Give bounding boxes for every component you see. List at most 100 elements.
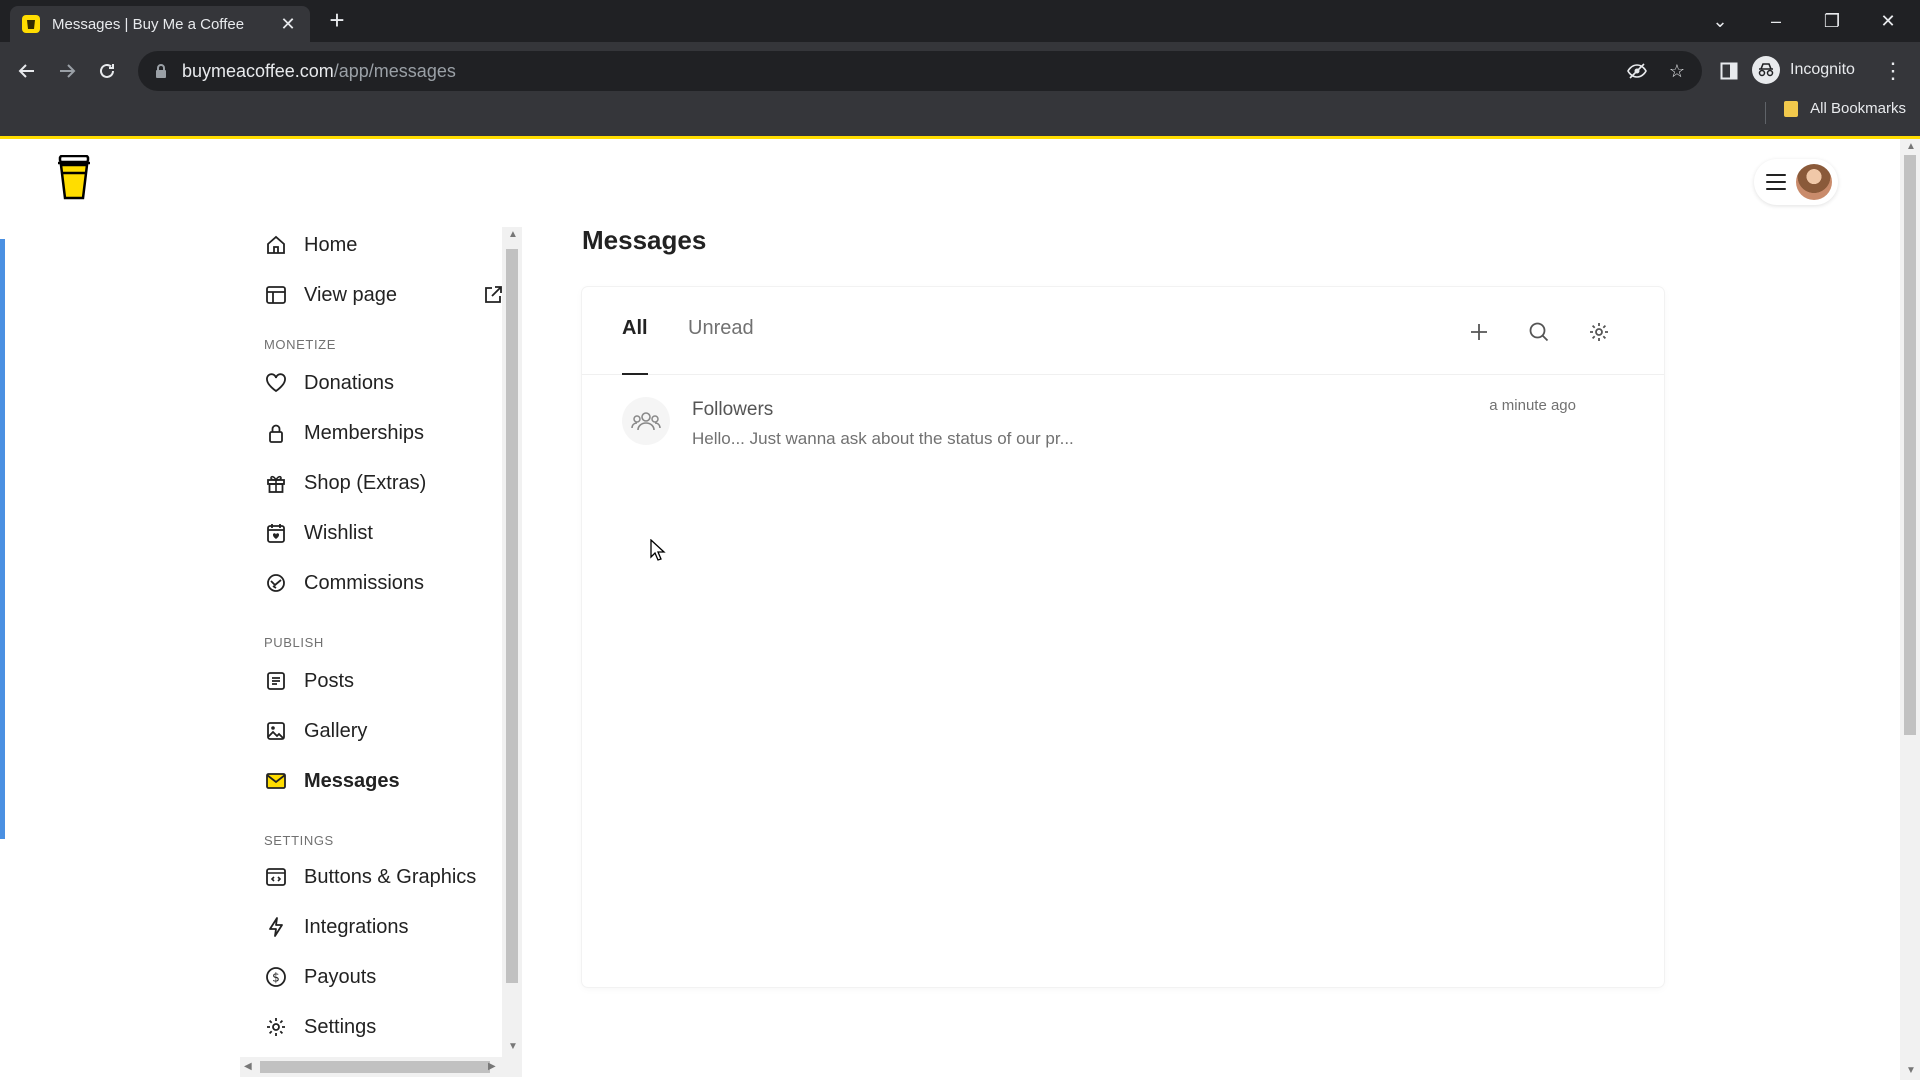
browser-menu-icon[interactable]: ⋮ bbox=[1876, 54, 1910, 88]
browser-tab-bar: Messages | Buy Me a Coffee ✕ + ⌄ – ❐ ✕ bbox=[0, 0, 1920, 42]
sidebar-vertical-scrollbar[interactable]: ▲ ▼ bbox=[502, 227, 522, 1057]
arrow-left-icon bbox=[18, 64, 34, 78]
lightning-icon bbox=[264, 915, 288, 939]
all-bookmarks[interactable]: All Bookmarks bbox=[1784, 100, 1906, 117]
tab-all[interactable]: All bbox=[622, 317, 648, 340]
section-label-publish: PUBLISH bbox=[264, 635, 324, 650]
sidebar-horizontal-scrollbar[interactable]: ◀ ▶ bbox=[240, 1057, 522, 1077]
page: Home View page MONETIZE Donations Member… bbox=[0, 139, 1920, 1080]
sidebar-item-label: Shop (Extras) bbox=[304, 471, 427, 494]
page-vertical-scrollbar[interactable]: ▲ ▼ bbox=[1900, 139, 1920, 1080]
folder-icon bbox=[1784, 100, 1799, 117]
sidebar-item-label: Settings bbox=[304, 1015, 377, 1038]
sidebar-item-label: Memberships bbox=[304, 421, 425, 444]
conversation-name: Followers bbox=[692, 399, 774, 420]
layout-icon bbox=[264, 283, 288, 307]
sidebar-item-label: Integrations bbox=[304, 915, 409, 938]
tab-title: Messages | Buy Me a Coffee bbox=[52, 15, 245, 33]
new-message-button[interactable] bbox=[1462, 315, 1496, 349]
scroll-right-icon[interactable]: ▶ bbox=[488, 1061, 496, 1072]
forward-button[interactable] bbox=[50, 54, 84, 88]
account-menu-button[interactable] bbox=[1754, 159, 1838, 205]
sidebar-item-donations[interactable]: Donations bbox=[264, 365, 494, 401]
message-tabs: All Unread bbox=[582, 287, 1664, 375]
back-button[interactable] bbox=[10, 54, 44, 88]
scrollbar-thumb[interactable] bbox=[1904, 155, 1916, 735]
sidebar-item-shop[interactable]: Shop (Extras) bbox=[264, 465, 494, 501]
document-icon bbox=[264, 669, 288, 693]
scroll-down-icon[interactable]: ▼ bbox=[508, 1041, 518, 1052]
sidebar-item-label: Gallery bbox=[304, 719, 368, 742]
scroll-up-icon[interactable]: ▲ bbox=[508, 229, 518, 240]
sidebar-item-integrations[interactable]: Integrations bbox=[264, 909, 494, 945]
sidebar-item-messages[interactable]: Messages bbox=[264, 763, 494, 799]
mail-icon bbox=[264, 769, 288, 793]
sidebar-item-settings[interactable]: Settings bbox=[264, 1009, 494, 1045]
reload-button[interactable] bbox=[90, 54, 124, 88]
all-bookmarks-label: All Bookmarks bbox=[1810, 100, 1906, 117]
gift-icon bbox=[264, 471, 288, 495]
star-icon[interactable]: ☆ bbox=[1664, 59, 1690, 83]
incognito-label: Incognito bbox=[1790, 61, 1855, 78]
gear-icon bbox=[264, 1015, 288, 1039]
conversation-item[interactable]: Followers Hello... Just wanna ask about … bbox=[582, 375, 1664, 465]
tab-unread[interactable]: Unread bbox=[688, 317, 754, 340]
side-panel-icon[interactable] bbox=[1712, 54, 1746, 88]
close-window-button[interactable]: ✕ bbox=[1860, 0, 1916, 42]
sidebar-item-label: Payouts bbox=[304, 965, 377, 988]
eye-off-icon[interactable] bbox=[1624, 59, 1650, 83]
url-path: /app/messages bbox=[333, 60, 456, 81]
sidebar-item-label: Commissions bbox=[304, 571, 425, 594]
plus-icon bbox=[1471, 324, 1487, 340]
group-icon bbox=[622, 397, 670, 445]
scrollbar-thumb[interactable] bbox=[506, 249, 518, 983]
restore-button[interactable]: ❐ bbox=[1804, 0, 1860, 42]
bmc-logo-icon[interactable] bbox=[56, 155, 92, 201]
browser-tab[interactable]: Messages | Buy Me a Coffee ✕ bbox=[10, 6, 310, 42]
message-settings-button[interactable] bbox=[1582, 315, 1616, 349]
sidebar-item-gallery[interactable]: Gallery bbox=[264, 713, 494, 749]
tab-search-icon[interactable]: ⌄ bbox=[1692, 0, 1748, 42]
sidebar-item-label: View page bbox=[304, 283, 398, 306]
section-label-settings: SETTINGS bbox=[264, 833, 334, 848]
sidebar-item-memberships[interactable]: Memberships bbox=[264, 415, 494, 451]
dollar-circle-icon: $ bbox=[264, 965, 288, 989]
external-link-icon[interactable] bbox=[482, 284, 504, 306]
lock-icon bbox=[264, 421, 288, 445]
url-host: buymeacoffee.com bbox=[182, 60, 334, 81]
sidebar-item-commissions[interactable]: Commissions bbox=[264, 565, 494, 601]
conversation-time: a minute ago bbox=[1489, 397, 1576, 414]
bmc-favicon-icon bbox=[22, 15, 40, 33]
avatar bbox=[1796, 164, 1832, 200]
minimize-button[interactable]: – bbox=[1748, 0, 1804, 42]
sidebar-item-label: Donations bbox=[304, 371, 395, 394]
sidebar-item-wishlist[interactable]: Wishlist bbox=[264, 515, 494, 551]
sidebar-item-posts[interactable]: Posts bbox=[264, 663, 494, 699]
incognito-profile[interactable]: Incognito bbox=[1752, 53, 1855, 87]
incognito-icon bbox=[1752, 56, 1780, 84]
sidebar-item-home[interactable]: Home bbox=[264, 227, 494, 263]
tab-close-icon[interactable]: ✕ bbox=[278, 14, 298, 35]
messages-card: All Unread Followers Hello... Just wanna… bbox=[582, 287, 1664, 987]
scroll-up-icon[interactable]: ▲ bbox=[1906, 141, 1916, 152]
handshake-icon bbox=[264, 571, 288, 595]
scroll-down-icon[interactable]: ▼ bbox=[1906, 1065, 1916, 1076]
sidebar-item-buttons-graphics[interactable]: Buttons & Graphics bbox=[264, 859, 494, 895]
scroll-left-icon[interactable]: ◀ bbox=[244, 1061, 252, 1072]
address-bar[interactable]: buymeacoffee.com/app/messages ☆ bbox=[138, 51, 1702, 91]
heart-icon bbox=[264, 371, 288, 395]
mouse-cursor-icon bbox=[650, 539, 666, 561]
sidebar: Home View page MONETIZE Donations Member… bbox=[240, 227, 508, 1057]
code-window-icon bbox=[264, 865, 288, 889]
home-icon bbox=[264, 233, 288, 257]
svg-text:$: $ bbox=[272, 971, 280, 985]
search-button[interactable] bbox=[1522, 315, 1556, 349]
scrollbar-thumb[interactable] bbox=[260, 1061, 490, 1073]
arrow-right-icon bbox=[60, 64, 76, 78]
sidebar-item-payouts[interactable]: $ Payouts bbox=[264, 959, 494, 995]
reload-icon bbox=[100, 63, 114, 78]
new-tab-button[interactable]: + bbox=[322, 6, 352, 36]
gear-icon bbox=[1590, 323, 1608, 341]
image-icon bbox=[264, 719, 288, 743]
sidebar-item-view-page[interactable]: View page bbox=[264, 277, 502, 313]
